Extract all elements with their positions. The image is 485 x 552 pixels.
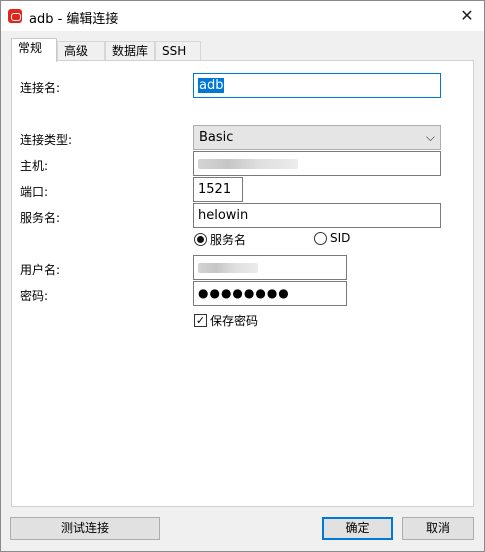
test-connection-button[interactable]: 测试连接 (10, 517, 160, 540)
tab-databases[interactable]: 数据库 (105, 41, 155, 61)
ok-button[interactable]: 确定 (322, 517, 393, 540)
title-bar: adb - 编辑连接 ✕ (1, 1, 484, 31)
general-tab-panel: 连接名: adb 连接类型: Basic ⌵ 主机: 端口: 1521 服务名:… (11, 60, 474, 507)
redacted-host-value (198, 158, 298, 169)
radio-service-name[interactable]: 服务名 (194, 231, 246, 248)
host-label: 主机: (20, 159, 49, 173)
username-label: 用户名: (20, 263, 61, 277)
connection-type-label: 连接类型: (20, 133, 73, 147)
checkbox-checked-icon: ✓ (194, 314, 207, 327)
radio-sid[interactable]: SID (314, 231, 350, 245)
connection-type-value: Basic (199, 130, 234, 145)
close-icon[interactable]: ✕ (456, 5, 478, 27)
connection-type-select[interactable]: Basic ⌵ (193, 125, 441, 150)
radio-sid-label: SID (330, 231, 351, 245)
save-password-checkbox[interactable]: ✓ 保存密码 (194, 312, 258, 329)
redacted-username-value (198, 262, 258, 273)
connection-name-label: 连接名: (20, 81, 61, 95)
connection-name-input[interactable]: adb (193, 73, 441, 98)
window-title: adb - 编辑连接 (29, 12, 119, 27)
connection-name-value: adb (198, 78, 225, 93)
radio-sid-indicator (314, 231, 327, 245)
host-input[interactable] (193, 151, 441, 176)
radio-service-name-label: 服务名 (210, 233, 247, 247)
service-type-radio-group: 服务名 SID (194, 231, 454, 249)
tab-advanced[interactable]: 高级 (57, 41, 105, 61)
password-label: 密码: (20, 289, 49, 303)
oracle-app-icon (8, 9, 22, 23)
port-input[interactable]: 1521 (193, 177, 243, 202)
chevron-down-icon: ⌵ (425, 130, 435, 144)
service-name-label: 服务名: (20, 211, 61, 225)
password-input[interactable]: ●●●●●●●● (193, 281, 347, 306)
edit-connection-dialog: adb - 编辑连接 ✕ 常规 高级 数据库 SSH 连接名: adb 连接类型… (0, 0, 485, 552)
tab-general[interactable]: 常规 (11, 38, 57, 62)
save-password-label: 保存密码 (210, 314, 259, 328)
port-label: 端口: (20, 185, 49, 199)
radio-service-name-indicator (194, 233, 207, 246)
cancel-button[interactable]: 取消 (402, 517, 474, 540)
tab-ssh[interactable]: SSH (155, 41, 201, 61)
service-name-input[interactable]: helowin (193, 203, 441, 228)
username-input[interactable] (193, 255, 347, 280)
